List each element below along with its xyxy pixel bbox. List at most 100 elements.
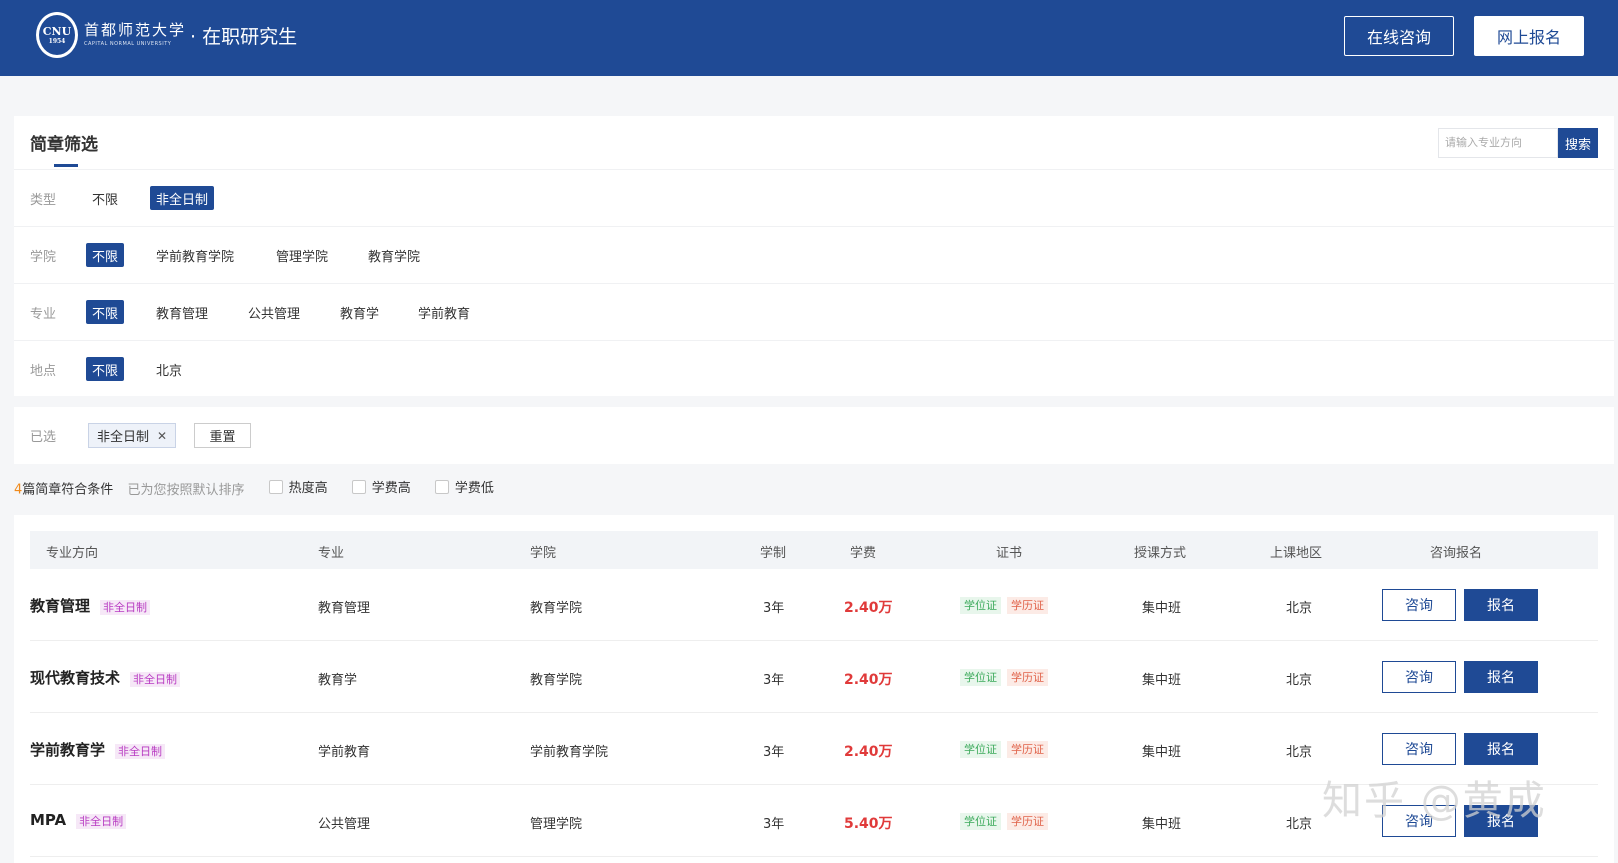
school-name-en: CAPITAL NORMAL UNIVERSITY: [84, 41, 172, 47]
program-college: 管理学院: [530, 817, 583, 832]
program-name[interactable]: 学前教育学 非全日制: [30, 739, 166, 760]
sort-fee-high[interactable]: 学费高: [351, 477, 411, 496]
enroll-button[interactable]: 报名: [1464, 733, 1538, 765]
consult-button[interactable]: 咨询: [1382, 733, 1456, 765]
program-name-text: MPA: [30, 811, 67, 829]
sort-fee-low-label: 学费低: [454, 481, 494, 496]
search-button[interactable]: 搜索: [1558, 128, 1598, 158]
filter-option-college-any[interactable]: 不限: [86, 243, 125, 267]
program-major: 教育管理: [318, 601, 371, 616]
online-enroll-button[interactable]: 网上报名: [1474, 16, 1584, 56]
program-name[interactable]: 现代教育技术 非全日制: [30, 667, 181, 688]
program-name[interactable]: 教育管理 非全日制: [30, 595, 151, 616]
th-area: 上课地区: [1270, 546, 1323, 561]
program-area: 北京: [1286, 817, 1313, 832]
degree-cert-badge: 学位证: [960, 813, 1001, 830]
sort-hint: 已为您按照默认排序: [127, 482, 245, 498]
filter-title-underline: [54, 164, 78, 167]
checkbox-icon[interactable]: [434, 479, 449, 494]
selected-chip-label: 非全日制: [97, 430, 150, 445]
program-fee: 5.40万: [844, 816, 893, 832]
program-certs: 学位证 学历证: [960, 741, 1048, 758]
search-input[interactable]: 请输入专业方向: [1438, 128, 1558, 158]
filter-option-college-preschool[interactable]: 学前教育学院: [150, 243, 240, 267]
program-area: 北京: [1286, 745, 1313, 760]
online-consult-button[interactable]: 在线咨询: [1344, 16, 1454, 56]
program-mode: 集中班: [1142, 673, 1182, 688]
degree-cert-badge: 学位证: [960, 669, 1001, 686]
filter-label-type: 类型: [30, 193, 57, 208]
sort-fee-low[interactable]: 学费低: [434, 477, 494, 496]
th-mode: 授课方式: [1134, 546, 1187, 561]
education-cert-badge: 学历证: [1007, 597, 1048, 614]
sort-popularity[interactable]: 热度高: [268, 477, 328, 496]
program-fee: 2.40万: [844, 600, 893, 616]
page-subtitle: · 在职研究生: [190, 26, 298, 48]
program-college: 学前教育学院: [530, 745, 609, 760]
school-name-cn: 首都师范大学: [84, 21, 187, 39]
enroll-button[interactable]: 报名: [1464, 661, 1538, 693]
filter-option-type-parttime[interactable]: 非全日制: [150, 186, 215, 210]
logo-year: 1954: [48, 37, 66, 45]
education-cert-badge: 学历证: [1007, 741, 1048, 758]
degree-cert-badge: 学位证: [960, 597, 1001, 614]
program-duration: 3年: [763, 817, 785, 832]
top-header: CNU 1954 首都师范大学 CAPITAL NORMAL UNIVERSIT…: [0, 0, 1618, 76]
degree-cert-badge: 学位证: [960, 741, 1001, 758]
enroll-button[interactable]: 报名: [1464, 589, 1538, 621]
program-duration: 3年: [763, 745, 785, 760]
sort-bar: 4篇简章符合条件 已为您按照默认排序 热度高 学费高 学费低: [14, 477, 1014, 501]
filter-option-major-edu-mgmt[interactable]: 教育管理: [150, 300, 214, 324]
program-college: 教育学院: [530, 673, 583, 688]
table-header: 专业方向 专业 学院 学制 学费 证书 授课方式 上课地区 咨询报名: [30, 531, 1598, 569]
filter-label-major: 专业: [30, 307, 57, 322]
filter-option-major-public-mgmt[interactable]: 公共管理: [242, 300, 306, 324]
filter-option-major-preschool[interactable]: 学前教育: [412, 300, 476, 324]
program-certs: 学位证 学历证: [960, 669, 1048, 686]
program-mode: 集中班: [1142, 817, 1182, 832]
selected-chip[interactable]: 非全日制 ✕: [88, 423, 177, 448]
filter-option-college-education[interactable]: 教育学院: [362, 243, 426, 267]
program-name[interactable]: MPA 非全日制: [30, 811, 127, 829]
university-logo[interactable]: CNU 1954: [36, 12, 78, 58]
education-cert-badge: 学历证: [1007, 813, 1048, 830]
program-certs: 学位证 学历证: [960, 813, 1048, 830]
program-mode: 集中班: [1142, 745, 1182, 760]
sort-fee-high-label: 学费高: [371, 481, 411, 496]
close-icon[interactable]: ✕: [157, 429, 167, 443]
program-name-text: 教育管理: [30, 597, 91, 615]
filter-option-location-beijing[interactable]: 北京: [150, 357, 188, 381]
th-duration: 学制: [760, 546, 787, 561]
consult-button[interactable]: 咨询: [1382, 589, 1456, 621]
table-row: 教育管理 非全日制 教育管理 教育学院 3年 2.40万 学位证 学历证 集中班 北…: [30, 569, 1598, 641]
filter-option-major-pedagogy[interactable]: 教育学: [334, 300, 385, 324]
program-major: 学前教育: [318, 745, 371, 760]
filter-row-college: 学院 不限 学前教育学院 管理学院 教育学院: [14, 226, 1614, 283]
program-area: 北京: [1286, 601, 1313, 616]
checkbox-icon[interactable]: [351, 479, 366, 494]
program-mode: 集中班: [1142, 601, 1182, 616]
table-row: 现代教育技术 非全日制 教育学 教育学院 3年 2.40万 学位证 学历证 集中班 …: [30, 641, 1598, 713]
filter-panel: 简章筛选 请输入专业方向 搜索 类型 不限 非全日制 学院 不限 学前教育学院 …: [14, 116, 1614, 396]
program-fee: 2.40万: [844, 744, 893, 760]
th-college: 学院: [530, 546, 557, 561]
filter-option-college-management[interactable]: 管理学院: [270, 243, 334, 267]
filter-option-major-any[interactable]: 不限: [86, 300, 125, 324]
filter-title: 简章筛选: [30, 135, 98, 155]
program-major: 公共管理: [318, 817, 371, 832]
parttime-tag: 非全日制: [100, 600, 151, 615]
reset-button[interactable]: 重置: [194, 423, 251, 448]
filter-label-college: 学院: [30, 250, 57, 265]
filter-option-type-any[interactable]: 不限: [86, 186, 124, 210]
logo-abbrev: CNU: [42, 24, 72, 38]
filter-row-type: 类型 不限 非全日制: [14, 169, 1614, 226]
consult-button[interactable]: 咨询: [1382, 661, 1456, 693]
checkbox-icon[interactable]: [268, 479, 283, 494]
program-name-text: 学前教育学: [30, 741, 106, 759]
program-major: 教育学: [318, 673, 358, 688]
th-major: 专业: [318, 546, 345, 561]
program-duration: 3年: [763, 601, 785, 616]
parttime-tag: 非全日制: [130, 672, 181, 687]
filter-option-location-any[interactable]: 不限: [86, 357, 125, 381]
parttime-tag: 非全日制: [76, 814, 127, 829]
